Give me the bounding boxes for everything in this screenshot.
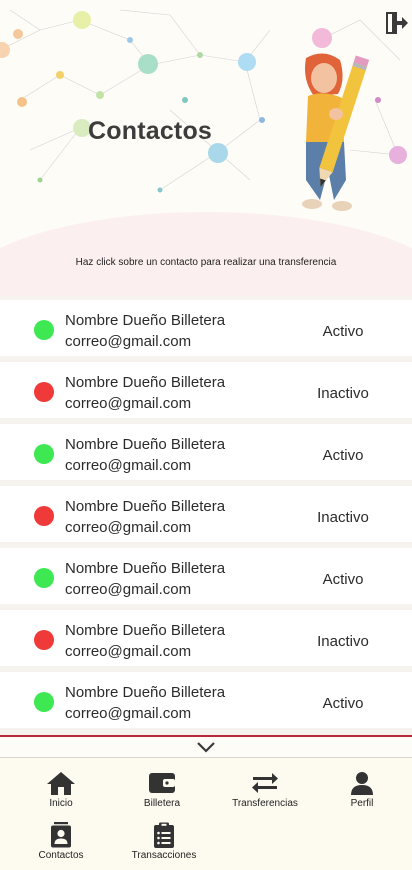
nav-label: Billetera — [143, 798, 181, 809]
page-subtitle: Haz click sobre un contacto para realiza… — [75, 257, 337, 268]
nav-item-inicio[interactable]: Inicio — [16, 770, 106, 809]
nav-item-perfil[interactable]: Perfil — [317, 770, 407, 809]
status-indicator — [34, 444, 54, 464]
contact-email: correo@gmail.com — [65, 333, 192, 350]
contact-name: Nombre Dueño Billetera — [65, 498, 226, 515]
status-indicator — [34, 630, 54, 650]
contact-row[interactable]: Nombre Dueño Billetera correo@gmail.com … — [0, 548, 412, 604]
status-indicator — [34, 382, 54, 402]
nav-item-transacciones[interactable]: Transacciones — [119, 822, 209, 861]
nav-item-contactos[interactable]: Contactos — [16, 822, 106, 861]
contact-status: Activo — [322, 571, 364, 588]
chevron-down-icon[interactable] — [196, 740, 216, 754]
contact-email: correo@gmail.com — [65, 643, 192, 660]
contact-email: correo@gmail.com — [65, 457, 192, 474]
user-icon — [351, 772, 373, 795]
contact-email: correo@gmail.com — [65, 519, 192, 536]
header: Contactos Haz click sobre un contacto pa… — [0, 0, 412, 296]
wallet-icon — [149, 773, 175, 793]
contact-row[interactable]: Nombre Dueño Billetera correo@gmail.com … — [0, 300, 412, 356]
girl-with-pencil-illustration — [302, 53, 370, 211]
status-indicator — [34, 692, 54, 712]
contacts-list: Nombre Dueño Billetera correo@gmail.com … — [0, 296, 412, 736]
logout-icon[interactable] — [384, 10, 408, 36]
clipboard-icon — [154, 822, 174, 848]
status-indicator — [34, 506, 54, 526]
nav-item-billetera[interactable]: Billetera — [117, 770, 207, 809]
contact-row[interactable]: Nombre Dueño Billetera correo@gmail.com … — [0, 486, 412, 542]
nav-label: Transacciones — [131, 850, 197, 861]
contact-status: Inactivo — [317, 509, 369, 526]
transfer-icon — [252, 773, 278, 793]
home-icon — [47, 772, 75, 795]
contact-email: correo@gmail.com — [65, 581, 192, 598]
status-indicator — [34, 320, 54, 340]
nav-label: Contactos — [38, 850, 84, 861]
contact-name: Nombre Dueño Billetera — [65, 374, 226, 391]
contact-email: correo@gmail.com — [65, 395, 192, 412]
contact-email: correo@gmail.com — [65, 705, 192, 722]
divider-line — [0, 735, 412, 737]
contact-name: Nombre Dueño Billetera — [65, 684, 226, 701]
contact-name: Nombre Dueño Billetera — [65, 560, 226, 577]
contact-name: Nombre Dueño Billetera — [65, 312, 226, 329]
contacts-icon — [51, 822, 71, 848]
nav-label: Perfil — [350, 798, 374, 809]
contact-status: Activo — [322, 323, 364, 340]
nav-label: Transferencias — [232, 798, 298, 809]
contact-status: Activo — [322, 695, 364, 712]
contact-status: Inactivo — [317, 385, 369, 402]
contact-status: Activo — [322, 447, 364, 464]
contact-row[interactable]: Nombre Dueño Billetera correo@gmail.com … — [0, 610, 412, 666]
contact-row[interactable]: Nombre Dueño Billetera correo@gmail.com … — [0, 362, 412, 418]
contact-name: Nombre Dueño Billetera — [65, 622, 226, 639]
nav-label: Inicio — [49, 798, 73, 809]
contact-row[interactable]: Nombre Dueño Billetera correo@gmail.com … — [0, 424, 412, 480]
page-title: Contactos — [88, 117, 213, 145]
status-indicator — [34, 568, 54, 588]
contact-row[interactable]: Nombre Dueño Billetera correo@gmail.com … — [0, 672, 412, 728]
contact-name: Nombre Dueño Billetera — [65, 436, 226, 453]
bottom-navigation: Inicio Billetera Transferencias Perfil C… — [0, 757, 412, 870]
nav-item-transferencias[interactable]: Transferencias — [220, 770, 310, 809]
contact-status: Inactivo — [317, 633, 369, 650]
